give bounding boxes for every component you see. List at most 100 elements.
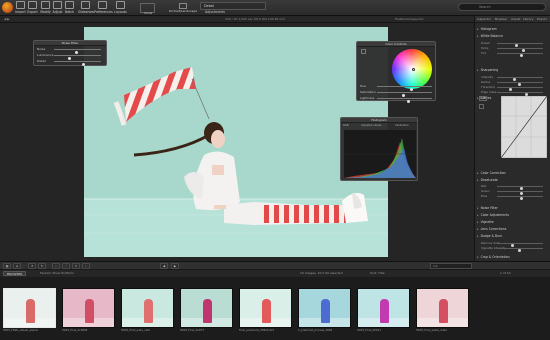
inspector-slider-track[interactable] bbox=[497, 191, 543, 195]
color-control-slider-track[interactable] bbox=[377, 92, 432, 97]
inspector-slider-knob[interactable] bbox=[520, 196, 523, 200]
inspector-slider-knob[interactable] bbox=[517, 248, 521, 252]
inspector-section-header[interactable]: Noise Filter bbox=[477, 206, 549, 211]
inspector-slider-track[interactable] bbox=[497, 243, 543, 247]
search-input[interactable]: Search bbox=[458, 3, 546, 11]
inspector-slider-track[interactable] bbox=[497, 43, 543, 47]
tab-fashion-portfolio[interactable]: Fashion Show Portfolio bbox=[40, 270, 74, 277]
toolbar-batch-button[interactable]: Batch bbox=[64, 1, 75, 15]
filmstrip-thumbnail[interactable] bbox=[62, 288, 115, 328]
tab-detail[interactable]: Detail bbox=[200, 2, 266, 10]
tab-browser-main[interactable]: BROWSER bbox=[3, 271, 27, 276]
inspector-slider-track[interactable] bbox=[497, 186, 543, 190]
toolbar-modify-button[interactable]: Modify bbox=[40, 1, 51, 15]
inspector-section-header[interactable]: Desaturate bbox=[477, 178, 549, 183]
zoom-level-field[interactable]: 1:1 bbox=[430, 263, 472, 269]
straighten-icon[interactable]: ⟋ bbox=[62, 263, 70, 269]
filmstrip-thumbnail[interactable] bbox=[121, 288, 174, 328]
inspector-section-header[interactable]: Histogram bbox=[477, 27, 549, 32]
viewer-file-name: FileName/Inspector bbox=[395, 17, 424, 21]
inspector-slider[interactable]: Radius bbox=[481, 80, 545, 86]
filmstrip-thumbnail[interactable] bbox=[180, 288, 233, 328]
inspector-slider[interactable]: Edge mask bbox=[481, 90, 545, 96]
browser-sort[interactable]: Sort: Title bbox=[370, 270, 385, 277]
tab-library[interactable]: Library bbox=[523, 17, 534, 21]
noise-filter-slider-track[interactable] bbox=[54, 61, 101, 66]
noise-filter-slider-knob[interactable] bbox=[82, 62, 86, 66]
brush-icon[interactable]: ✎ bbox=[72, 263, 80, 269]
noise-filter-slider[interactable]: Detail bbox=[34, 58, 106, 66]
inspector-section-header[interactable]: Sharpening bbox=[477, 68, 549, 73]
previous-image-button[interactable]: ◀ bbox=[160, 263, 168, 269]
inspector-slider-track[interactable] bbox=[497, 248, 543, 252]
inspector-slider[interactable]: Remove dust bbox=[481, 241, 545, 247]
inspector-slider-track[interactable] bbox=[497, 87, 543, 91]
tab-browser[interactable]: Browser bbox=[495, 17, 507, 21]
inspector-slider-label: Preset bbox=[481, 41, 490, 45]
inspector-slider-track[interactable] bbox=[497, 53, 543, 57]
crop-orientation-button[interactable]: Portrait/Landscape bbox=[168, 3, 198, 13]
toolbar-adjust-button[interactable]: Adjust bbox=[52, 1, 63, 15]
inspector-slider[interactable]: Preset bbox=[481, 41, 545, 47]
inspector-slider-track[interactable] bbox=[497, 92, 543, 96]
filmstrip-thumbnail[interactable] bbox=[416, 288, 469, 328]
rotate-right-icon[interactable]: ↻ bbox=[38, 263, 46, 269]
inspector-slider-track[interactable] bbox=[497, 196, 543, 200]
next-image-button[interactable]: ▶ bbox=[171, 263, 179, 269]
tab-inspector[interactable]: Inspector bbox=[477, 17, 491, 21]
browser-toolbar: ▦ ≡ ↺ ↻ ⌗ ⟋ ✎ ⌕ ◀ ▶ 1:1 bbox=[0, 261, 550, 270]
color-control-slider[interactable]: Lightness bbox=[357, 95, 437, 103]
show-view-label: Show bbox=[143, 11, 153, 15]
eyedropper-icon[interactable] bbox=[361, 49, 366, 54]
list-view-icon[interactable]: ≡ bbox=[13, 263, 21, 269]
curves-channel-select[interactable]: RGB bbox=[479, 96, 487, 101]
zoom-icon[interactable]: ⌕ bbox=[82, 263, 90, 269]
inspector-section-header[interactable]: Lens Corrections bbox=[477, 227, 549, 232]
color-wheel-picker[interactable] bbox=[412, 68, 415, 71]
inspector-slider[interactable]: Intensity bbox=[481, 75, 545, 81]
color-control-slider-track[interactable] bbox=[377, 98, 432, 103]
inspector-section-header[interactable]: White Balance bbox=[477, 34, 549, 39]
tab-export[interactable]: Export bbox=[537, 17, 547, 21]
toolbar-export-button[interactable]: Export bbox=[27, 1, 38, 15]
color-control-slider-track[interactable] bbox=[377, 86, 432, 91]
rotate-left-icon[interactable]: ↺ bbox=[28, 263, 36, 269]
color-control-slider-knob[interactable] bbox=[407, 99, 411, 103]
noise-filter-slider-track[interactable] bbox=[54, 55, 101, 60]
toolbar-preferences-button[interactable]: Preferences bbox=[94, 1, 113, 15]
toolbar-slideshow-button[interactable]: Slideshow bbox=[78, 1, 94, 15]
inspector-slider-track[interactable] bbox=[497, 82, 543, 86]
inspector-slider[interactable]: Green bbox=[481, 189, 545, 195]
histogram-tab-calibrated[interactable]: Calibrated bbox=[395, 124, 408, 127]
inspector-section-header[interactable]: Color Adjustments bbox=[477, 213, 549, 218]
inspector-slider[interactable]: Threshold bbox=[481, 85, 545, 91]
inspector-section-header[interactable]: Color Correction bbox=[477, 171, 549, 176]
toolbar-import-button[interactable]: Import bbox=[15, 1, 26, 15]
histogram-tab-adjusted[interactable]: Adjusted values bbox=[361, 124, 382, 127]
noise-filter-slider-track[interactable] bbox=[54, 49, 101, 54]
inspector-slider[interactable]: Blue bbox=[481, 194, 545, 200]
inspector-slider[interactable]: Tint bbox=[481, 51, 545, 57]
viewer-nav-arrows[interactable]: ◀ ▶ bbox=[4, 16, 10, 23]
tab-adjustments[interactable]: Adjustments bbox=[205, 10, 225, 14]
toolbar-layouts-button[interactable]: Layouts bbox=[114, 1, 127, 15]
filmstrip-thumbnail[interactable] bbox=[298, 288, 351, 328]
histogram-tab-rgb[interactable]: RGB bbox=[343, 124, 349, 127]
curves-graph[interactable] bbox=[501, 96, 547, 158]
crop-tool-icon[interactable]: ⌗ bbox=[52, 263, 60, 269]
inspector-slider[interactable]: Temp bbox=[481, 46, 545, 52]
inspector-slider-track[interactable] bbox=[497, 48, 543, 52]
filmstrip-thumbnail[interactable] bbox=[3, 288, 56, 328]
filmstrip-thumbnail[interactable] bbox=[239, 288, 292, 328]
thumbnail-caption: HR03_FINAL_tabset_planet bbox=[3, 329, 38, 332]
curves-eyedropper-icon[interactable] bbox=[479, 104, 484, 109]
tab-adjust[interactable]: Adjust bbox=[511, 17, 520, 21]
inspector-slider[interactable]: Red bbox=[481, 184, 545, 190]
grid-view-icon[interactable]: ▦ bbox=[3, 263, 11, 269]
inspector-section-header[interactable]: Dodge & Burn bbox=[477, 234, 549, 239]
inspector-slider-track[interactable] bbox=[497, 77, 543, 81]
inspector-section-header[interactable]: Vignette bbox=[477, 220, 549, 225]
inspector-slider[interactable]: Vignette intensity bbox=[481, 246, 545, 252]
filmstrip-thumbnail[interactable] bbox=[357, 288, 410, 328]
inspector-slider-knob[interactable] bbox=[520, 53, 523, 57]
